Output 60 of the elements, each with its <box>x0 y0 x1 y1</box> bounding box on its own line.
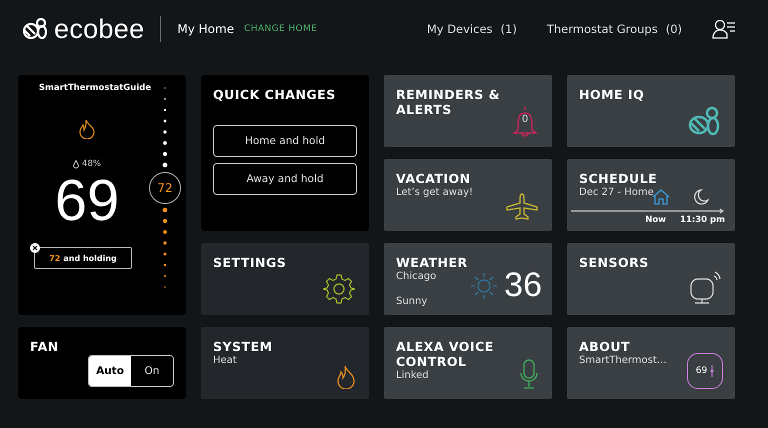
dashboard-tile[interactable]: SYSTEM Heat <box>201 327 369 399</box>
fan-mode-option[interactable]: Auto <box>89 356 131 386</box>
airplane-icon <box>506 193 538 221</box>
sensor-icon <box>689 271 721 305</box>
humidity-icon <box>73 160 80 168</box>
tile-subtitle: SmartThermost… <box>579 355 667 366</box>
about-tile[interactable]: ABOUT SmartThermost… 69 <box>567 327 735 399</box>
dashboard-tile[interactable]: WEATHER Chicago Sunny 36 <box>384 243 552 315</box>
tile-subtitle: Heat <box>213 355 237 366</box>
close-icon[interactable] <box>30 243 40 253</box>
tile-subtitle: Dec 27 - Home <box>579 187 654 198</box>
change-home-link[interactable]: CHANGE HOME <box>244 24 318 34</box>
dashboard-tile[interactable]: VACATION Let’s get away! <box>384 159 552 231</box>
dashboard-tile[interactable]: SCHEDULE Dec 27 - Home Now 11:30 pm <box>567 159 735 231</box>
gear-icon <box>323 273 355 305</box>
thermostat-card[interactable]: SmartThermostatGuide 48% 69 72 and holding 72 <box>18 75 186 315</box>
house-icon <box>652 189 670 205</box>
nav-link[interactable]: My Devices (1) <box>426 22 517 36</box>
flame-icon <box>337 365 355 389</box>
sun-icon <box>470 272 498 300</box>
dashboard-tile[interactable]: SENSORS <box>567 243 735 315</box>
dashboard-tile[interactable]: REMINDERS & ALERTS 0 <box>384 75 552 147</box>
tile-subtitle: Chicago <box>396 271 436 282</box>
slider-icon <box>710 365 714 377</box>
tile-title: HOME IQ <box>579 87 646 102</box>
tile-title: ALEXA VOICE CONTROL <box>396 339 495 369</box>
dashboard-tile[interactable]: ALEXA VOICE CONTROL Linked <box>384 327 552 399</box>
tile-title: SCHEDULE <box>579 171 658 186</box>
tile-title: WEATHER <box>396 255 469 270</box>
panel-title: QUICK CHANGES <box>213 87 337 102</box>
tile-subtitle: Linked <box>396 370 429 381</box>
tile-title: SETTINGS <box>213 255 288 270</box>
tile-title: REMINDERS & ALERTS <box>396 87 502 117</box>
moon-icon <box>694 189 709 205</box>
timeline-label: 11:30 pm <box>680 215 725 225</box>
thermostat-name: SmartThermostatGuide <box>38 83 152 93</box>
tile-title: VACATION <box>396 171 472 186</box>
brand-logo: ecobee <box>54 14 144 44</box>
flame-icon <box>79 119 95 139</box>
nav-link[interactable]: Thermostat Groups (0) <box>546 22 682 36</box>
alert-count: 0 <box>520 114 530 125</box>
microphone-icon <box>520 359 538 389</box>
dashboard-tile[interactable]: HOME IQ <box>567 75 735 147</box>
tile-title: SYSTEM <box>213 339 274 354</box>
outdoor-temperature: 36 <box>504 266 542 305</box>
humidity-reading: 48% <box>82 159 101 169</box>
panel-title: FAN <box>30 339 60 354</box>
dashboard-tile[interactable]: SETTINGS <box>201 243 369 315</box>
user-menu-icon[interactable] <box>712 19 736 39</box>
home-name: My Home <box>177 22 234 36</box>
timeline-label: Now <box>645 215 666 225</box>
indoor-temperature: 69 <box>54 173 120 229</box>
tile-title: ABOUT <box>579 339 632 354</box>
tile-subtitle: Let’s get away! <box>396 187 473 198</box>
tile-title: SENSORS <box>579 255 650 270</box>
thermostat-reading: 69 <box>696 366 708 376</box>
quick-change-button[interactable]: Home and hold <box>213 125 357 157</box>
weather-condition: Sunny <box>396 296 428 307</box>
quick-change-button[interactable]: Away and hold <box>213 163 357 195</box>
setpoint-dial[interactable]: 72 <box>149 172 181 204</box>
